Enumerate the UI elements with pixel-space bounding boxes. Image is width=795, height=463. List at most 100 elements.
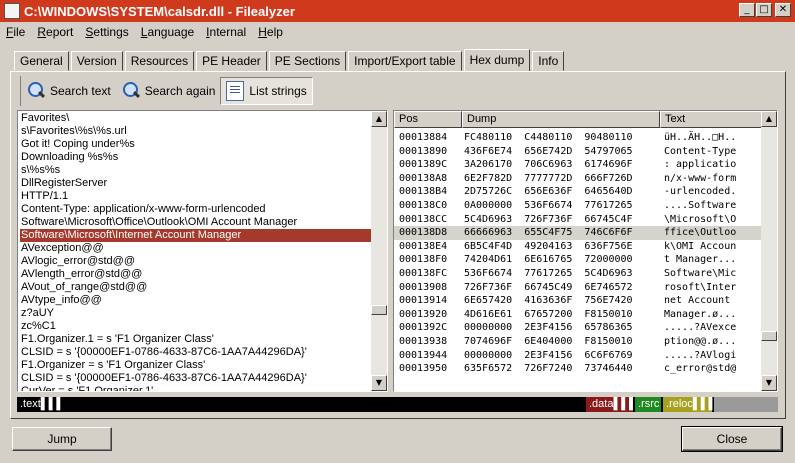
hex-text-cell: t Manager... [664, 254, 737, 266]
hex-pos-cell: 000138B4 [399, 186, 448, 198]
string-list-item[interactable]: Content-Type: application/x-www-form-url… [20, 203, 372, 216]
string-list-item[interactable]: s\Favorites\%s\%s.url [20, 125, 372, 138]
menu-settings[interactable]: Settings [85, 25, 128, 39]
hex-row[interactable]: 000138FC 536F6674 77617265 5C4D6963 Softwa… [394, 267, 762, 281]
string-list-item[interactable]: Software\Microsoft\Internet Account Mana… [20, 229, 372, 242]
string-list-item[interactable]: Favorites\ [20, 112, 372, 125]
scroll-up-arrow-icon[interactable]: ▲ [371, 111, 387, 127]
hex-pos-cell: 00013938 [399, 335, 448, 347]
tab-pe-header[interactable]: PE Header [196, 51, 267, 71]
hex-scroll-thumb[interactable] [761, 331, 777, 341]
string-list-item[interactable]: DllRegisterServer [20, 177, 372, 190]
list-icon [226, 81, 245, 101]
minimize-button[interactable]: _ [739, 3, 755, 17]
string-list-item[interactable]: Got it! Coping under%s [20, 138, 372, 151]
tab-import-export[interactable]: Import/Export table [348, 51, 462, 71]
scroll-down-arrow-icon[interactable]: ▼ [371, 375, 387, 391]
hex-pos-cell: 00013920 [399, 308, 448, 320]
string-list-item[interactable]: s\%s%s [20, 164, 372, 177]
string-list-item[interactable]: AVtype_info@@ [20, 294, 372, 307]
string-list-item[interactable]: CLSID = s '{00000EF1-0786-4633-87C6-1AA7… [20, 346, 372, 359]
string-list-item[interactable]: z?aUY [20, 307, 372, 320]
section-text[interactable]: .text▌▌▌ [17, 397, 586, 412]
string-list-item[interactable]: AVlength_error@std@@ [20, 268, 372, 281]
string-list-item[interactable]: F1.Organizer = s 'F1 Organizer Class' [20, 359, 372, 372]
hex-dump-cell: 436F6E74 656E742D 54797065 [464, 145, 633, 157]
tab-general[interactable]: General [14, 51, 69, 71]
menu-report[interactable]: Report [37, 25, 73, 39]
section-reloc[interactable]: .reloc▌▌▌ [663, 397, 716, 412]
col-header-dump[interactable]: Dump [462, 111, 660, 128]
close-button[interactable]: Close [681, 426, 783, 452]
jump-button[interactable]: Jump [12, 427, 112, 451]
close-window-button[interactable]: ✕ [775, 3, 791, 17]
string-list-item[interactable]: CLSID = s '{00000EF1-0786-4633-87C6-1AA7… [20, 372, 372, 385]
string-list-item[interactable]: F1.Organizer.1 = s 'F1 Organizer Class' [20, 333, 372, 346]
strings-list[interactable]: Favorites\ s\Favorites\%s\%s.url Got it! C… [17, 110, 388, 392]
hex-row[interactable]: 00013914 6E657420 4163636F 756E7420 net Ac… [394, 294, 762, 308]
string-list-item[interactable]: CurVer = s 'F1.Organizer.1' [20, 385, 372, 391]
menu-internal[interactable]: Internal [206, 25, 246, 39]
maximize-button[interactable]: □ [756, 3, 772, 17]
hex-row[interactable]: 000138E4 6B5C4F4D 49204163 636F756E k\OMI … [394, 240, 762, 254]
string-list-item[interactable]: AVout_of_range@std@@ [20, 281, 372, 294]
tab-info[interactable]: Info [532, 51, 565, 71]
hex-dump-cell: 5C4D6963 726F736F 66745C4F [464, 213, 633, 225]
hex-row[interactable]: 0001389C 3A206170 706C6963 6174696F: appl… [394, 158, 762, 172]
hex-dump-view[interactable]: Pos Dump Text 00013884 FC480110 C4480110 … [393, 110, 778, 392]
hex-text-cell: \Microsoft\O [664, 213, 737, 225]
hex-row[interactable]: 0001392C 00000000 2E3F4156 65786365.....?… [394, 321, 762, 335]
string-list-item[interactable]: AVexception@@ [20, 242, 372, 255]
hex-row[interactable]: 000138F0 74204D61 6E616765 72000000 t Mana… [394, 253, 762, 267]
hex-scrollbar[interactable]: ▲ ▼ [761, 111, 777, 391]
menu-language[interactable]: Language [141, 25, 194, 39]
hex-row[interactable]: 000138C0 0A000000 536F6674 77617265 ....So… [394, 199, 762, 213]
hex-pos-cell: 0001389C [399, 159, 448, 171]
tab-version[interactable]: Version [70, 51, 123, 71]
hex-row[interactable]: 00013890 436F6E74 656E742D 54797065 Conten… [394, 145, 762, 159]
search-text-button[interactable]: Search text [21, 77, 116, 105]
tab-pe-sections[interactable]: PE Sections [268, 51, 347, 71]
string-list-item[interactable]: zc%C1 [20, 320, 372, 333]
strings-scrollbar[interactable]: ▲ ▼ [371, 111, 387, 391]
hex-text-cell: rosoft\Inter [664, 281, 737, 293]
hex-row[interactable]: 00013908 726F736F 66745C49 6E746572 rosoft… [394, 281, 762, 295]
tab-hex-dump[interactable]: Hex dump [463, 49, 531, 71]
hex-row[interactable]: 000138D8 66666963 655C4F75 746C6F6F ffice\… [394, 226, 762, 240]
section-data[interactable]: .data▌▌▌ [586, 397, 637, 412]
col-header-text[interactable]: Text [660, 111, 762, 128]
hex-row[interactable]: 000138B4 2D75726C 656E636F 6465640D -urlen… [394, 185, 762, 199]
search-again-button[interactable]: Search again [116, 77, 221, 105]
string-list-item[interactable]: Downloading %s%s [20, 151, 372, 164]
hex-row[interactable]: 00013884 FC480110 C4480110 90480110 üH..ÄH… [394, 131, 762, 145]
list-strings-button[interactable]: List strings [220, 77, 313, 105]
hex-scroll-down-arrow-icon[interactable]: ▼ [761, 375, 777, 391]
string-list-item[interactable]: HTTP/1.1 [20, 190, 372, 203]
menu-file[interactable]: File [6, 25, 25, 39]
strings-scroll-thumb[interactable] [371, 305, 387, 315]
hex-text-cell: net Account [664, 295, 737, 307]
hex-dump-cell: 00000000 2E3F4156 65786365 [464, 322, 633, 334]
tab-resources[interactable]: Resources [124, 51, 195, 71]
hex-dump-cell: 2D75726C 656E636F 6465640D [464, 186, 633, 198]
hex-scroll-up-arrow-icon[interactable]: ▲ [761, 111, 777, 127]
string-list-item[interactable]: AVlogic_error@std@@ [20, 255, 372, 268]
tab-strip: General Version Resources PE Header PE S… [14, 49, 566, 71]
hex-row[interactable]: 00013938 7074696F 6E404000 F8150010 ption@… [394, 335, 762, 349]
section-rsrc[interactable]: .rsrc [635, 397, 661, 412]
hex-dump-cell: FC480110 C4480110 90480110 [464, 132, 633, 143]
string-list-item[interactable]: Software\Microsoft\Office\Outlook\OMI Ac… [20, 216, 372, 229]
hex-pos-cell: 00013950 [399, 363, 448, 375]
hex-row[interactable]: 00013944 00000000 2E3F4156 6C6F6769.....?… [394, 349, 762, 363]
menu-help[interactable]: Help [258, 25, 283, 39]
col-header-pos[interactable]: Pos [394, 111, 462, 128]
hex-pos-cell: 000138C0 [399, 199, 448, 211]
hex-dump-cell: 635F6572 726F7240 73746440 [464, 363, 633, 375]
section-map-bar[interactable]: .text▌▌▌ .data▌▌▌ .rsrc .reloc▌▌▌ [17, 397, 778, 412]
hex-text-cell: Content-Type [664, 145, 737, 157]
hex-row[interactable]: 00013920 4D616E61 67657200 F8150010 Manage… [394, 308, 762, 322]
hex-text-cell: n/x-www-form [664, 172, 737, 184]
hex-row[interactable]: 00013950 635F6572 726F7240 73746440 c_erro… [394, 362, 762, 376]
hex-row[interactable]: 000138CC 5C4D6963 726F736F 66745C4F \Micro… [394, 213, 762, 227]
hex-row[interactable]: 000138A8 6E2F782D 7777772D 666F726D n/x-ww… [394, 172, 762, 186]
